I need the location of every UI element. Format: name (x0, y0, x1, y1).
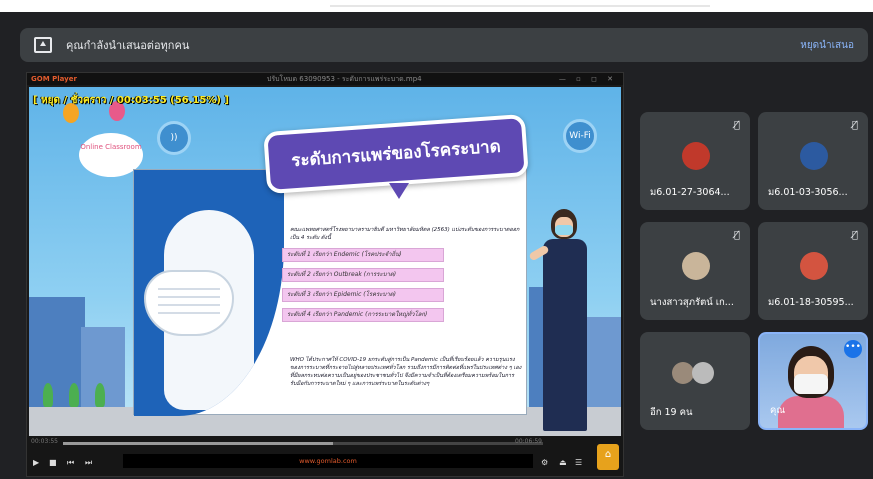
player-app-name: GOM Player (31, 75, 77, 83)
wifi-icon: Wi-Fi (563, 119, 597, 153)
mic-off-icon: 🎙̸ (733, 120, 740, 131)
playlist-icon[interactable]: ☰ (575, 458, 582, 467)
slide-level-4: ระดับที่ 4 เรียกว่า Pandemic (การระบาดให… (282, 308, 444, 322)
mic-off-icon: 🎙̸ (851, 230, 858, 241)
slide-level-1: ระดับที่ 1 เรียกว่า Endemic (โรคประจำถิ่… (282, 248, 444, 262)
participant-name: ม6.01-03-3056... (768, 187, 848, 198)
slide-intro-text: คณะแพทยศาสตร์โรงพยาบาลรามาธิบดี มหาวิทยา… (290, 227, 520, 241)
self-name: คุณ (770, 405, 786, 416)
participant-name: ม6.01-18-30595... (768, 297, 854, 308)
participant-avatar (682, 252, 710, 280)
player-controls: 00:03:55 00:06:59 ▶ ■ ⏮ ⏭ www.gomlab.com… (27, 436, 623, 476)
top-strip-bar (330, 5, 710, 7)
top-strip (0, 0, 873, 12)
participant-tile[interactable]: 🎙̸ ม6.01-03-3056... (758, 112, 868, 210)
mic-off-icon: 🎙̸ (851, 120, 858, 131)
gomlab-link[interactable]: www.gomlab.com (123, 454, 533, 468)
next-icon[interactable]: ⏭ (85, 458, 92, 468)
slide-outro-text: WHO ได้ประกาศให้ COVID-19 ยกระดับสู่การเ… (290, 357, 522, 387)
participant-avatar (682, 142, 710, 170)
elapsed-time: 00:03:55 (31, 438, 58, 445)
participant-avatar (672, 362, 694, 384)
participant-avatar (800, 252, 828, 280)
player-titlebar: GOM Player ปรับโหมด 63090953 - ระดับการแ… (27, 73, 623, 85)
seek-bar[interactable] (63, 442, 543, 445)
home-icon[interactable]: ⌂ (597, 444, 619, 470)
more-options-icon[interactable]: ••• (844, 340, 862, 358)
presenting-text: คุณกำลังนำเสนอต่อทุกคน (66, 39, 190, 52)
participant-name: นางสาวสุภรัตน์ เก... (650, 297, 734, 308)
more-participants-label: อีก 19 คน (650, 407, 693, 418)
face-illustration (134, 170, 284, 416)
previous-icon[interactable]: ⏮ (67, 458, 74, 468)
slide-level-3: ระดับที่ 3 เรียกว่า Epidemic (โรคระบาด) (282, 288, 444, 302)
participant-tile[interactable]: 🎙̸ ม6.01-18-30595... (758, 222, 868, 320)
participant-avatar (692, 362, 714, 384)
presenting-banner: คุณกำลังนำเสนอต่อทุกคน หยุดนำเสนอ (20, 28, 868, 62)
seek-progress (63, 442, 333, 445)
player-file-title: ปรับโหมด 63090953 - ระดับการแพร่ระบาด.mp… (266, 74, 422, 83)
playback-timecode: [ หยุด / ชั่วคราว / 00:03:55 (56.15%) ] (33, 95, 229, 106)
player-window-controls[interactable]: — ▫ ◻ ✕ (559, 75, 617, 83)
stop-icon[interactable]: ■ (49, 458, 57, 467)
more-participants-tile[interactable]: อีก 19 คน (640, 332, 750, 430)
participant-avatar (800, 142, 828, 170)
play-icon[interactable]: ▶ (33, 458, 39, 467)
participant-tile[interactable]: 🎙̸ ม6.01-27-3064... (640, 112, 750, 210)
mic-off-icon: 🎙̸ (733, 230, 740, 241)
present-to-all-icon (34, 37, 52, 53)
self-view-tile[interactable]: ••• คุณ (758, 332, 868, 430)
video-frame: [ หยุด / ชั่วคราว / 00:03:55 (56.15%) ] … (29, 87, 621, 437)
wifi-icon: )) (157, 121, 191, 155)
shared-screen-player: GOM Player ปรับโหมด 63090953 - ระดับการแ… (26, 72, 624, 477)
meet-window: คุณกำลังนำเสนอต่อทุกคน หยุดนำเสนอ GOM Pl… (0, 12, 873, 479)
participant-name: ม6.01-27-3064... (650, 187, 730, 198)
slide-level-2: ระดับที่ 2 เรียกว่า Outbreak (การระบาด) (282, 268, 444, 282)
settings-icon[interactable]: ⚙ (541, 458, 548, 467)
stop-presenting-button[interactable]: หยุดนำเสนอ (800, 38, 854, 53)
total-time: 00:06:59 (515, 438, 542, 445)
presenter-figure (528, 209, 597, 431)
slide-title-tail (389, 183, 409, 199)
face-mask-illustration (144, 270, 234, 336)
eject-icon[interactable]: ⏏ (559, 458, 567, 467)
participant-tile[interactable]: 🎙̸ นางสาวสุภรัตน์ เก... (640, 222, 750, 320)
slide-content: คณะแพทยศาสตร์โรงพยาบาลรามาธิบดี มหาวิทยา… (133, 169, 527, 416)
